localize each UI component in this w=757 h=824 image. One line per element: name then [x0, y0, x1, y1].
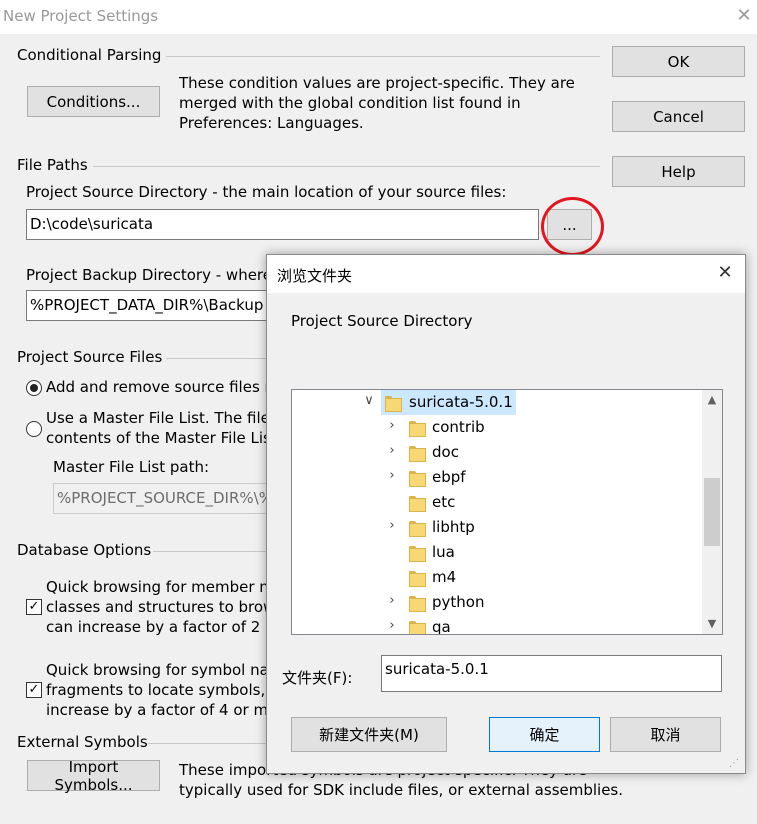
- tree-item[interactable]: › contrib: [292, 415, 702, 440]
- chevron-right-icon[interactable]: ›: [385, 468, 399, 483]
- new-folder-button[interactable]: 新建文件夹(M): [291, 717, 447, 752]
- help-button[interactable]: Help: [612, 156, 745, 187]
- chevron-right-icon[interactable]: ›: [385, 593, 399, 608]
- window-title-bar: New Project Settings ✕: [0, 0, 757, 34]
- chevron-right-icon[interactable]: ›: [385, 618, 399, 633]
- window-title: New Project Settings: [3, 7, 159, 25]
- cancel-button[interactable]: Cancel: [612, 101, 745, 132]
- external-symbols-divider: [148, 743, 266, 744]
- browse-folder-dialog: 浏览文件夹 ✕ Project Source Directory ∨ surica…: [266, 254, 746, 774]
- tree-item[interactable]: etc: [292, 490, 702, 515]
- tree-item[interactable]: m4: [292, 565, 702, 590]
- tree-item-label: libhtp: [432, 518, 475, 536]
- symbol-browsing-checkbox[interactable]: ✓: [26, 682, 42, 698]
- folder-tree[interactable]: ∨ suricata-5.0.1 › contrib › doc › ebpf etc › libh…: [291, 389, 723, 635]
- scroll-down-icon[interactable]: ▼: [702, 614, 722, 634]
- dialog-title-bar: 浏览文件夹 ✕: [267, 255, 745, 293]
- external-desc-line2: typically used for SDK include files, or…: [179, 781, 624, 799]
- tree-item[interactable]: lua: [292, 540, 702, 565]
- add-remove-files-radio[interactable]: [26, 380, 42, 396]
- tree-scrollbar[interactable]: ▲ ▼: [702, 390, 722, 634]
- backup-dir-input[interactable]: %PROJECT_DATA_DIR%\Backup: [26, 290, 271, 321]
- member-browsing-checkbox[interactable]: ✓: [26, 599, 42, 615]
- folder-label: 文件夹(F):: [282, 669, 353, 687]
- conditional-desc-line2: merged with the global condition list fo…: [179, 94, 521, 112]
- tree-item-label: doc: [432, 443, 459, 461]
- file-paths-divider: [93, 166, 600, 167]
- ok-button[interactable]: OK: [612, 46, 745, 77]
- master-path-input: %PROJECT_SOURCE_DIR%\%: [53, 483, 271, 514]
- source-files-divider: [166, 358, 266, 359]
- folder-icon: [409, 571, 426, 587]
- source-files-heading: Project Source Files: [17, 348, 163, 366]
- tree-item[interactable]: › qa: [292, 615, 702, 635]
- chevron-down-icon[interactable]: ∨: [362, 393, 376, 408]
- folder-icon: [409, 521, 426, 537]
- folder-icon: [409, 621, 426, 634]
- dialog-cancel-button[interactable]: 取消: [610, 717, 721, 752]
- resize-grip-icon[interactable]: ⋰: [729, 757, 743, 771]
- master-path-label: Master File List path:: [53, 458, 210, 476]
- master-file-list-label-line2: contents of the Master File List: [46, 429, 277, 447]
- import-symbols-button[interactable]: Import Symbols...: [27, 758, 160, 794]
- tree-item[interactable]: › ebpf: [292, 465, 702, 490]
- master-file-list-label-line1: Use a Master File List. The files: [46, 409, 278, 427]
- dialog-description: Project Source Directory: [291, 312, 473, 330]
- master-file-list-radio[interactable]: [26, 421, 42, 437]
- source-dir-input[interactable]: D:\code\suricata: [26, 209, 539, 240]
- folder-icon: [409, 471, 426, 487]
- conditional-parsing-heading: Conditional Parsing: [17, 46, 162, 64]
- folder-icon: [409, 421, 426, 437]
- folder-icon: [409, 446, 426, 462]
- tree-item[interactable]: › libhtp: [292, 515, 702, 540]
- database-options-divider: [153, 551, 266, 552]
- symbol-browsing-line2: fragments to locate symbols, b: [46, 681, 280, 699]
- dialog-ok-button[interactable]: 确定: [489, 717, 600, 752]
- folder-icon: [409, 496, 426, 512]
- window-close-icon[interactable]: ✕: [732, 3, 756, 29]
- folder-name-input[interactable]: suricata-5.0.1: [381, 655, 722, 692]
- symbol-browsing-line1: Quick browsing for symbol nar: [46, 661, 275, 679]
- chevron-right-icon[interactable]: ›: [385, 443, 399, 458]
- scroll-thumb[interactable]: [704, 478, 720, 546]
- tree-item[interactable]: › doc: [292, 440, 702, 465]
- tree-item-label: python: [432, 593, 485, 611]
- conditional-desc-line1: These condition values are project-speci…: [179, 74, 575, 92]
- chevron-right-icon[interactable]: ›: [385, 518, 399, 533]
- database-options-heading: Database Options: [17, 541, 152, 559]
- folder-icon: [409, 596, 426, 612]
- tree-item-label: ebpf: [432, 468, 466, 486]
- file-paths-heading: File Paths: [17, 156, 88, 174]
- tree-item-label: lua: [432, 543, 455, 561]
- add-remove-files-label: Add and remove source files m: [46, 378, 280, 396]
- tree-item[interactable]: ∨ suricata-5.0.1: [292, 390, 702, 415]
- member-browsing-line2: classes and structures to brow: [46, 598, 276, 616]
- tree-item-label: qa: [432, 618, 451, 635]
- red-highlight-circle: [541, 197, 604, 256]
- chevron-right-icon[interactable]: ›: [385, 418, 399, 433]
- source-dir-label: Project Source Directory - the main loca…: [26, 183, 507, 201]
- tree-item[interactable]: › python: [292, 590, 702, 615]
- dialog-title: 浏览文件夹: [277, 267, 353, 285]
- tree-item-label: m4: [432, 568, 457, 586]
- conditional-parsing-divider: [166, 56, 600, 57]
- folder-icon: [385, 396, 402, 412]
- member-browsing-line1: Quick browsing for member na: [46, 578, 278, 596]
- tree-item-label: contrib: [432, 418, 485, 436]
- folder-icon: [409, 546, 426, 562]
- scroll-up-icon[interactable]: ▲: [702, 390, 722, 410]
- conditions-button[interactable]: Conditions...: [27, 86, 160, 117]
- tree-item-label: etc: [432, 493, 456, 511]
- external-symbols-heading: External Symbols: [17, 733, 148, 751]
- dialog-close-icon[interactable]: ✕: [713, 261, 737, 285]
- conditional-desc-line3: Preferences: Languages.: [179, 114, 364, 132]
- member-browsing-line3: can increase by a factor of 2 or: [46, 618, 281, 636]
- symbol-browsing-line3: increase by a factor of 4 or mo: [46, 701, 278, 719]
- tree-item-label: suricata-5.0.1: [406, 390, 516, 415]
- backup-dir-label: Project Backup Directory - where: [26, 266, 272, 284]
